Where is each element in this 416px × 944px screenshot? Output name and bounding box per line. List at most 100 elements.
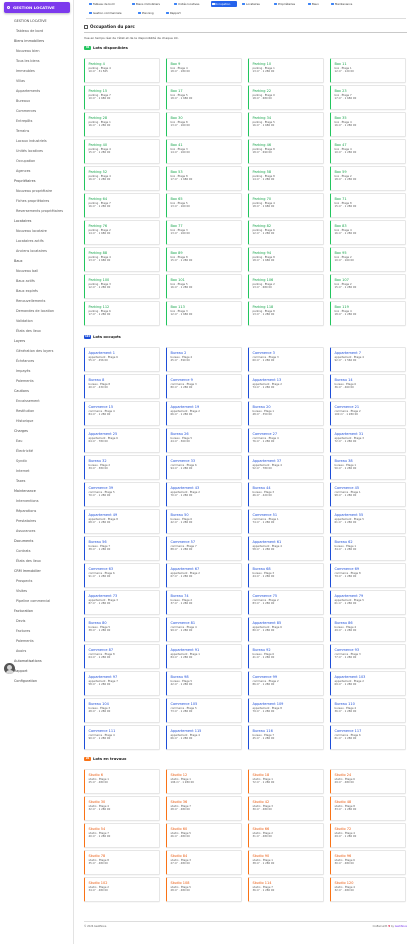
lot-card[interactable]: Commerce 27 commerce · Étage 4 76 m² · 1 2… xyxy=(248,428,324,453)
sidebar-item[interactable]: Anciens locataires xyxy=(16,246,74,256)
sidebar-item[interactable]: Visites xyxy=(16,586,74,596)
lot-card[interactable]: Studio 114 studio · Étage 7 36 m² · 1 280 … xyxy=(248,877,324,902)
sidebar-item[interactable]: Unités locatives xyxy=(16,146,74,156)
sidebar-item[interactable]: Eau xyxy=(16,436,74,446)
sidebar-item[interactable]: GESTION LOCATIVE xyxy=(14,16,74,26)
lot-card[interactable]: Box 47 box · Étage 4 10 m² · 1 280 00 xyxy=(330,139,406,164)
sidebar-item[interactable]: Nouveau bien xyxy=(16,46,74,56)
lot-card[interactable]: Parking 88 parking · Étage 4 13 m² · 1 680… xyxy=(84,247,160,272)
nav-item[interactable]: Rapport xyxy=(166,10,186,16)
sidebar-item[interactable]: Réparations xyxy=(16,506,74,516)
lot-card[interactable]: Commerce 87 commerce · Étage 8 64 m² · 1 2… xyxy=(84,644,160,669)
lot-card[interactable]: Bureau 44 bureau · Étage 3 46 m² · 420 00 xyxy=(248,482,324,507)
sidebar-item[interactable]: Occupation xyxy=(16,156,74,166)
lot-card[interactable]: Commerce 3 commerce · Étage 3 60 m² · 1 28… xyxy=(248,347,324,372)
lot-card[interactable]: Bureau 8 bureau · Étage 8 40 m² · 430 00 xyxy=(84,374,160,399)
sidebar-item[interactable]: Documents xyxy=(14,536,74,546)
lot-card[interactable]: Bureau 32 bureau · Étage 2 39 m² · 380 00 xyxy=(84,455,160,480)
lot-card[interactable]: Appartement 91 appartement · Étage 1 84 m²… xyxy=(166,644,242,669)
lot-card[interactable]: Box 71 box · Étage 8 15 m² · 1 280 00 xyxy=(330,193,406,218)
sidebar-item[interactable]: Immeubles xyxy=(16,66,74,76)
lot-card[interactable]: Appartement 67 appartement · Étage 2 67 m²… xyxy=(166,563,242,588)
lot-card[interactable]: Commerce 105 commerce · Étage 5 73 m² · 1 … xyxy=(166,698,242,723)
lot-card[interactable]: Box 119 box · Étage 4 18 m² · 1 280 00 xyxy=(330,301,406,326)
nav-item[interactable]: Tableau de bord xyxy=(89,1,122,7)
lot-card[interactable]: Commerce 9 commerce · Étage 3 80 m² · 1 28… xyxy=(166,374,242,399)
lot-card[interactable]: Appartement 109 appartement · Étage 8 79 m… xyxy=(248,698,324,723)
lot-card[interactable]: Parking 58 parking · Étage 8 14 m² · 1 280… xyxy=(248,166,324,191)
sidebar-item[interactable]: CRM Immobilier xyxy=(14,566,74,576)
lot-card[interactable]: Bureau 14 bureau · Étage 6 36 m² · 460 00 xyxy=(330,374,406,399)
lot-card[interactable]: Appartement 1 appartement · Étage 6 55 m² … xyxy=(84,347,160,372)
lot-card[interactable]: Appartement 19 appartement · Étage 2 66 m²… xyxy=(166,401,242,426)
sidebar-item[interactable]: Nouveau locataire xyxy=(16,226,74,236)
sidebar-item[interactable]: Internet xyxy=(16,466,74,476)
lot-card[interactable]: Parking 70 parking · Étage 4 18 m² · 1 680… xyxy=(248,193,324,218)
sidebar-item[interactable]: Paiements xyxy=(16,376,74,386)
avatar[interactable] xyxy=(4,663,15,674)
sidebar-item[interactable]: Contrats xyxy=(16,546,74,556)
lot-card[interactable]: Studio 54 studio · Étage 7 40 m² · 1 280 0… xyxy=(84,823,160,848)
lot-card[interactable]: Appartement 115 appartement · Étage 4 66 m… xyxy=(166,725,242,750)
lot-card[interactable]: Appartement 31 appartement · Étage 3 72 m²… xyxy=(330,428,406,453)
sidebar-item[interactable]: Biens immobiliers xyxy=(14,36,74,46)
sidebar-item[interactable]: Pipeline commercial xyxy=(16,596,74,606)
lot-card[interactable]: Appartement 73 appartement · Étage 3 87 m²… xyxy=(84,590,160,615)
lot-card[interactable]: Commerce 69 commerce · Étage 8 79 m² · 1 2… xyxy=(330,563,406,588)
sidebar-item[interactable]: Locaux industriels xyxy=(16,136,74,146)
sidebar-item[interactable]: Maintenance xyxy=(14,486,74,496)
lot-card[interactable]: Parking 106 parking · Étage 2 13 m² · 680 … xyxy=(248,274,324,299)
lot-card[interactable]: Studio 120 studio · Étage 4 32 m² · 480 00 xyxy=(330,877,406,902)
lot-card[interactable]: Parking 4 parking · Étage 4 10 m² · 31 565 xyxy=(84,58,160,83)
nav-item[interactable]: Maintenance xyxy=(331,1,361,7)
lot-card[interactable]: Studio 60 studio · Étage 5 26 m² · 480 00 xyxy=(166,823,242,848)
lot-card[interactable]: Parking 94 parking · Étage 8 18 m² · 1 680… xyxy=(248,247,324,272)
footer-author-link[interactable]: GestiNova xyxy=(395,925,407,928)
sidebar-item[interactable]: Échéances xyxy=(16,356,74,366)
lot-card[interactable]: Box 17 box · Étage 5 18 m² · 1 680 00 xyxy=(166,85,242,110)
lot-card[interactable]: Commerce 33 commerce · Étage 6 94 m² · 1 2… xyxy=(166,455,242,480)
lot-card[interactable]: Commerce 15 commerce · Étage 4 84 m² · 1 2… xyxy=(84,401,160,426)
lot-card[interactable]: Box 9 box · Étage 4 18 m² · 180 00 xyxy=(166,58,242,83)
lot-card[interactable]: Parking 64 parking · Étage 7 16 m² · 1 280… xyxy=(84,193,160,218)
sidebar-item[interactable]: Électricité xyxy=(16,446,74,456)
sidebar-item[interactable]: Validation xyxy=(16,316,74,326)
lot-card[interactable]: Appartement 55 appartement · Étage 5 61 m²… xyxy=(330,509,406,534)
sidebar-item[interactable]: Prospects xyxy=(16,576,74,586)
lot-card[interactable]: Box 101 box · Étage 5 16 m² · 1 280 00 xyxy=(166,274,242,299)
lot-card[interactable]: Parking 40 parking · Étage 4 15 m² · 1 280… xyxy=(84,139,160,164)
sidebar-item[interactable]: Nouveau propriétaire xyxy=(16,186,74,196)
lot-card[interactable]: Box 107 box · Étage 2 15 m² · 1 280 00 xyxy=(330,274,406,299)
lot-card[interactable]: Parking 112 parking · Étage 6 17 m² · 1 28… xyxy=(84,301,160,326)
sidebar-item[interactable]: Configuration xyxy=(14,676,74,686)
lot-card[interactable]: Parking 76 parking · Étage 2 14 m² · 1 680… xyxy=(84,220,160,245)
sidebar-item[interactable]: Taxes xyxy=(16,476,74,486)
sidebar-item[interactable]: Factures xyxy=(16,626,74,636)
sidebar-item[interactable]: États des lieux xyxy=(16,326,74,336)
lot-card[interactable]: Studio 42 studio · Étage 3 30 m² · 480 00 xyxy=(248,796,324,821)
sidebar-item[interactable]: Renouvellements xyxy=(16,296,74,306)
lot-card[interactable]: Bureau 74 bureau · Étage 2 37 m² · 1 280 0… xyxy=(166,590,242,615)
lot-card[interactable]: Studio 66 studio · Étage 2 31 m² · 480 00 xyxy=(248,823,324,848)
sidebar-item[interactable]: Avoirs xyxy=(16,646,74,656)
lot-card[interactable]: Box 59 box · Étage 2 18 m² · 1 280 00 xyxy=(330,166,406,191)
lot-card[interactable]: Commerce 63 commerce · Étage 6 91 m² · 1 2… xyxy=(84,563,160,588)
lot-card[interactable]: Appartement 49 appartement · Étage 8 68 m²… xyxy=(84,509,160,534)
lot-card[interactable]: Appartement 61 appartement · Étage 4 58 m²… xyxy=(248,536,324,561)
nav-item[interactable]: Unités locatives xyxy=(174,1,204,7)
lot-card[interactable]: Box 83 box · Étage 4 16 m² · 1 280 00 xyxy=(330,220,406,245)
lot-card[interactable]: Appartement 25 appartement · Étage 6 64 m²… xyxy=(84,428,160,453)
lot-card[interactable]: Studio 48 studio · Étage 8 33 m² · 1 280 0… xyxy=(330,796,406,821)
sidebar-item[interactable]: Rapport xyxy=(14,666,74,676)
lot-card[interactable]: Commerce 93 commerce · Étage 3 77 m² · 1 2… xyxy=(330,644,406,669)
lot-card[interactable]: Box 113 box · Étage 3 12 m² · 1 680 00 xyxy=(166,301,242,326)
lot-card[interactable]: Bureau 26 bureau · Étage 5 44 m² · 360 00 xyxy=(166,428,242,453)
lot-card[interactable]: Studio 96 studio · Étage 6 30 m² · 480 00 xyxy=(330,850,406,875)
lot-card[interactable]: Appartement 43 appartement · Étage 2 70 m²… xyxy=(166,482,242,507)
sidebar-item[interactable]: Appartements xyxy=(16,86,74,96)
lot-card[interactable]: Commerce 111 commerce · Étage 4 90 m² · 1 … xyxy=(84,725,160,750)
sidebar-item[interactable]: Agences xyxy=(16,166,74,176)
lot-card[interactable]: Box 65 box · Étage 5 13 m² · 160 00 xyxy=(166,193,242,218)
sidebar-item[interactable]: Cautions xyxy=(14,386,74,396)
lot-card[interactable]: Appartement 13 appartement · Étage 2 74 m²… xyxy=(248,374,324,399)
